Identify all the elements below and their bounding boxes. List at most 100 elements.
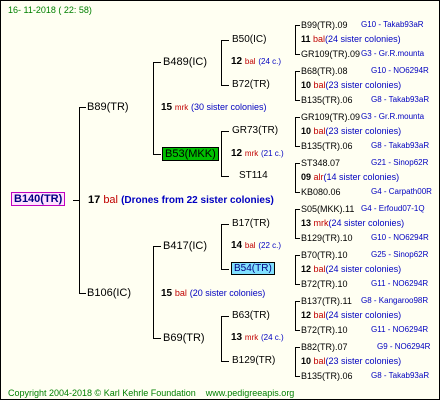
gen4-info: 10 bal(23 sister colonies) — [301, 126, 402, 136]
gen4-bottom: GR109(TR).09 — [301, 49, 361, 59]
connector — [153, 338, 161, 339]
gen3-node: B17(TR) — [232, 218, 270, 229]
gen4-info: 12 bal(24 sister colonies) — [301, 310, 402, 320]
gen3-node: B50(IC) — [232, 34, 267, 45]
gen3-node: B54(TR) — [231, 262, 275, 275]
connector — [295, 347, 296, 377]
connector — [295, 163, 296, 193]
gen4-top: B137(TR).11 — [301, 296, 352, 306]
gen4-top-group: G4 - Erfoud07-1Q — [361, 204, 425, 213]
gen4-top-group: G25 - Sinop62R — [371, 250, 429, 259]
connector — [295, 209, 300, 210]
gen4-top: B70(TR).10 — [301, 250, 348, 260]
footer: Copyright 2004-2018 © Karl Kehrle Founda… — [8, 387, 294, 399]
connector — [295, 376, 300, 377]
connector — [295, 117, 300, 118]
connector — [295, 163, 300, 164]
connector — [153, 154, 161, 155]
sire-node: B89(TR) — [87, 101, 129, 113]
gen4-info: 10 bal(23 sister colonies) — [301, 356, 402, 366]
connector — [295, 301, 300, 302]
connector — [295, 255, 300, 256]
root-info: 17 bal (Drones from 22 sister colonies) — [88, 194, 274, 206]
gen4-bottom: B135(TR).06 — [301, 95, 353, 105]
gen4-top: B99(TR).09 — [301, 20, 348, 30]
dam-info: 15 bal (20 sister colonies) — [161, 288, 266, 299]
connector — [153, 62, 161, 63]
connector — [295, 71, 296, 101]
gen3-node: ST114 — [239, 170, 268, 181]
connector — [221, 224, 229, 225]
gen4-info: 09 alr(14 sister colonies) — [301, 172, 400, 182]
connector — [221, 361, 229, 362]
connector — [295, 54, 300, 55]
gen2-info: 12 bal (24 c.) — [231, 56, 282, 67]
connector — [73, 200, 79, 201]
gen4-top-group: G21 - Sinop62R — [371, 158, 429, 167]
connector — [153, 246, 154, 339]
gen4-top: S05(MKK).11 — [301, 204, 355, 214]
gen4-top: GR109(TR).09 — [301, 112, 361, 122]
connector — [295, 25, 300, 26]
gen2-node: B69(TR) — [163, 332, 205, 344]
gen4-bottom: B72(TR).10 — [301, 279, 348, 289]
connector — [295, 284, 300, 285]
gen2-info: 12 mrk (21 c.) — [231, 148, 284, 159]
connector — [221, 224, 222, 270]
gen4-bottom-group: G10 - NO6294R — [371, 233, 429, 242]
connector — [295, 330, 300, 331]
connector — [153, 246, 161, 247]
gen4-top-group: G10 - NO6294R — [371, 66, 429, 75]
connector — [221, 269, 229, 270]
gen4-bottom: KB080.06 — [301, 187, 341, 197]
gen4-bottom-group: G4 - Carpath00R — [371, 187, 432, 196]
connector — [79, 107, 80, 294]
gen4-bottom-group: G3 - Gr.R.mounta — [361, 49, 425, 58]
connector — [295, 238, 300, 239]
gen4-bottom-group: G8 - Takab93aR — [371, 371, 430, 380]
gen4-bottom-group: G11 - NO6294R — [371, 325, 429, 334]
connector — [221, 316, 229, 317]
gen2-node: B53(MKK) — [162, 147, 219, 161]
connector — [221, 131, 229, 132]
gen3-node: B72(TR) — [232, 79, 270, 90]
gen4-top: B68(TR).08 — [301, 66, 348, 76]
gen4-top: ST348.07 — [301, 158, 341, 168]
gen4-top-group: G3 - Gr.R.mounta — [361, 112, 425, 121]
sire-info: 15 mrk (30 sister colonies) — [161, 102, 267, 113]
gen4-bottom: B135(TR).06 — [301, 371, 353, 381]
connector — [295, 100, 300, 101]
connector — [295, 347, 300, 348]
gen2-info: 13 mrk (24 c.) — [231, 332, 284, 343]
gen4-info: 12 bal(24 sister colonies) — [301, 264, 402, 274]
connector — [295, 192, 300, 193]
gen4-bottom-group: G11 - NO6294R — [371, 279, 429, 288]
gen4-info: 10 bal(23 sister colonies) — [301, 80, 402, 90]
connector — [295, 25, 296, 55]
site-link[interactable]: www.pedigreeapis.org — [206, 388, 295, 398]
gen4-bottom-group: G8 - Takab93aR — [371, 141, 430, 150]
copyright: Copyright 2004-2018 © Karl Kehrle Founda… — [8, 388, 196, 398]
connector — [221, 131, 222, 177]
gen4-bottom: B135(TR).06 — [301, 141, 353, 151]
gen4-top-group: G10 - Takab93aR — [361, 20, 424, 29]
connector — [153, 62, 154, 155]
date-stamp: 16- 11-2018 ( 22: 58) — [8, 5, 92, 15]
connector — [221, 85, 229, 86]
gen4-bottom: B129(TR).10 — [301, 233, 353, 243]
gen3-node: B129(TR) — [232, 355, 276, 366]
dam-node: B106(IC) — [87, 287, 132, 299]
connector — [295, 117, 296, 147]
gen4-top-group: G9 - NO6294R — [377, 342, 431, 351]
gen3-node: B63(TR) — [232, 310, 270, 321]
root-node: B140(TR) — [11, 192, 66, 206]
connector — [295, 146, 300, 147]
connector — [295, 255, 296, 285]
gen4-bottom-group: G8 - Takab93aR — [371, 95, 430, 104]
gen3-node: GR73(TR) — [232, 125, 279, 136]
gen2-node: B489(IC) — [163, 56, 208, 68]
connector — [221, 316, 222, 362]
gen4-info: 11 bal(24 sister colonies) — [301, 34, 401, 44]
pedigree-chart: 16- 11-2018 ( 22: 58) B140(TR) 17 bal (D… — [0, 0, 440, 400]
connector — [221, 40, 229, 41]
